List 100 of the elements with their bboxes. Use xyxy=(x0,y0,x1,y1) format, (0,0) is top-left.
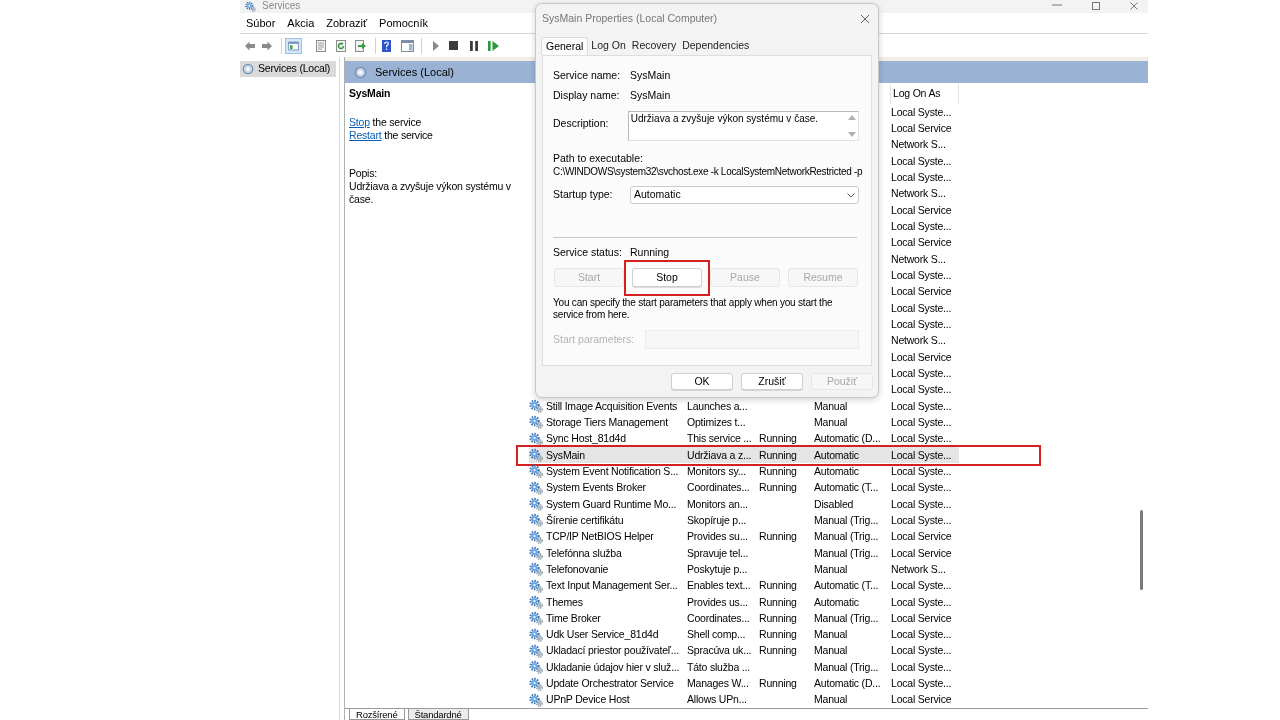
tree-item[interactable]: Services (Local) xyxy=(240,61,336,77)
menu-item[interactable]: Súbor xyxy=(240,14,282,32)
table-cell: Local Service xyxy=(890,236,952,250)
view-tab[interactable]: Štandardné xyxy=(407,709,469,720)
gears-icon xyxy=(529,595,543,609)
refresh-icon[interactable] xyxy=(336,39,346,52)
table-cell: Running xyxy=(758,644,797,658)
table-cell: SysMain xyxy=(545,448,585,462)
table-cell: Coordinates... xyxy=(686,481,750,495)
export-list-icon[interactable] xyxy=(355,39,366,52)
table-cell: Local Syste... xyxy=(890,595,952,609)
dialog-tab[interactable]: Recovery xyxy=(628,37,680,55)
action-pane-icon[interactable] xyxy=(401,39,414,52)
gears-icon xyxy=(529,497,543,512)
scrollbar-thumb[interactable] xyxy=(1140,510,1143,590)
table-cell: Spravuje tel... xyxy=(686,546,749,560)
table-cell: Telefónna služba xyxy=(545,546,622,560)
close-icon[interactable] xyxy=(1130,2,1138,10)
table-cell: Local Service xyxy=(890,285,952,299)
dialog-button[interactable]: Zrušiť xyxy=(741,373,803,390)
table-cell: Local Syste... xyxy=(890,464,952,478)
menu-item[interactable]: Zobraziť xyxy=(320,14,374,32)
action-text: Restart the service xyxy=(349,129,434,142)
table-cell: Local Service xyxy=(890,693,952,707)
table-cell: System Guard Runtime Mo... xyxy=(545,497,677,511)
gears-icon xyxy=(529,676,543,691)
action-link[interactable]: Restart xyxy=(349,129,382,141)
field-value: Running xyxy=(630,244,670,260)
gears-icon xyxy=(529,627,543,642)
gears-icon xyxy=(529,562,543,577)
table-cell: Monitors sy... xyxy=(686,464,746,478)
table-cell: Manual xyxy=(813,562,848,576)
table-cell: Local Syste... xyxy=(890,268,952,282)
gears-icon xyxy=(529,431,543,446)
hint-text: You can specify the start parameters that apply when you start the service from here. xyxy=(553,297,834,321)
help-icon[interactable] xyxy=(382,39,391,52)
table-cell: Network S... xyxy=(890,187,946,201)
properties-sheet-icon[interactable] xyxy=(316,39,326,52)
table-cell: Local Syste... xyxy=(890,628,952,642)
console-tree-icon[interactable] xyxy=(285,37,302,54)
table-cell: Automatic (T... xyxy=(813,481,879,495)
table-cell: Automatic (T... xyxy=(813,579,879,593)
pause-icon[interactable] xyxy=(470,40,478,51)
gears-icon xyxy=(529,546,543,560)
table-cell: Local Syste... xyxy=(890,317,952,331)
table-cell: Running xyxy=(758,448,797,462)
menu-item[interactable]: Pomocník xyxy=(373,14,434,32)
table-cell: Automatic (D... xyxy=(813,677,881,691)
chevron-down-icon xyxy=(847,192,855,198)
table-cell: Ukladanie údajov hier v služ... xyxy=(545,660,680,674)
menu-item[interactable]: Akcia xyxy=(281,14,321,32)
dialog-tab[interactable]: Dependencies xyxy=(679,37,753,55)
dialog-tab[interactable]: Log On xyxy=(588,37,629,55)
table-cell: Automatic xyxy=(813,595,859,609)
table-cell: Running xyxy=(758,579,797,593)
play-icon[interactable] xyxy=(433,40,439,51)
column-header[interactable]: Log On As xyxy=(890,83,959,104)
table-cell: Shell comp... xyxy=(686,628,746,642)
resume-icon[interactable] xyxy=(488,40,499,51)
table-cell: Time Broker xyxy=(545,611,601,625)
table-cell: Local Syste... xyxy=(890,481,952,495)
table-cell: System Event Notification S... xyxy=(545,464,679,478)
table-cell: Local Syste... xyxy=(890,644,952,658)
description-field[interactable]: Udržiava a zvyšuje výkon systému v čase. xyxy=(627,111,859,141)
table-cell: Local Syste... xyxy=(890,170,952,184)
table-cell: Local Syste... xyxy=(890,399,952,413)
table-cell: Running xyxy=(758,595,797,609)
table-cell: Local Syste... xyxy=(890,383,952,397)
table-cell: Coordinates... xyxy=(686,611,750,625)
field-label: Service status: xyxy=(553,244,623,260)
dialog-button[interactable]: OK xyxy=(671,373,733,390)
startup-type-dropdown[interactable]: Automatic xyxy=(630,186,859,204)
field-label: Description: xyxy=(553,117,609,129)
table-cell: Telefonovanie xyxy=(545,562,609,576)
view-tab[interactable]: Rozšírené xyxy=(349,709,405,720)
scroll-down-icon[interactable] xyxy=(848,132,856,137)
scroll-up-icon[interactable] xyxy=(848,115,856,120)
table-cell: TCP/IP NetBIOS Helper xyxy=(545,530,654,544)
field-label: Startup type: xyxy=(553,187,614,203)
forward-arrow-icon[interactable] xyxy=(262,40,272,51)
minimize-icon[interactable] xyxy=(1052,2,1062,8)
maximize-icon[interactable] xyxy=(1092,2,1100,10)
table-cell: Poskytuje p... xyxy=(686,562,748,576)
back-arrow-icon[interactable] xyxy=(245,40,255,51)
description-text: Udržiava a zvyšuje výkon systému v čase. xyxy=(349,180,512,206)
field-label: Start parameters: xyxy=(553,331,636,347)
table-cell: Network S... xyxy=(890,334,946,348)
table-cell: Local Syste... xyxy=(890,579,952,593)
dialog-title: SysMain Properties (Local Computer) xyxy=(542,10,718,26)
window-title: Services xyxy=(262,0,301,11)
table-cell: Ukladací priestor používateľ... xyxy=(545,644,679,658)
table-cell: Still Image Acquisition Events xyxy=(545,399,678,413)
dialog-button[interactable]: Stop xyxy=(632,268,702,287)
close-icon[interactable] xyxy=(860,13,870,24)
dialog-tab[interactable]: General xyxy=(541,37,589,55)
table-cell: Local Syste... xyxy=(890,154,952,168)
gears-icon xyxy=(529,480,543,495)
action-link[interactable]: Stop xyxy=(349,116,370,128)
table-cell: Network S... xyxy=(890,562,946,576)
field-value: SysMain xyxy=(630,87,671,103)
